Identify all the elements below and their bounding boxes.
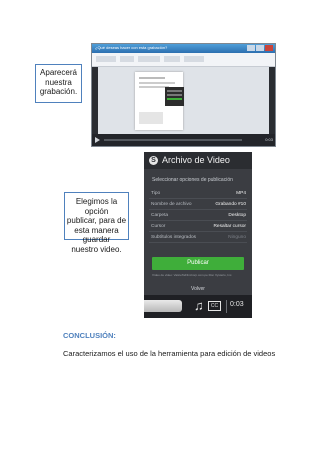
minimize-icon[interactable]: [247, 45, 255, 51]
callout-recording-line-1: Aparecerá: [40, 68, 77, 77]
callout-publish-line-4: nuestro video.: [71, 244, 122, 254]
option-value: Grabando #10: [215, 202, 246, 207]
callout-recording-line-2: nuestra: [45, 77, 72, 87]
option-row-subtitles[interactable]: Subtítulos integrados Ninguno: [149, 233, 247, 243]
option-row-cursor[interactable]: Cursor Resaltar cursor: [149, 222, 247, 232]
player-controls: ♫ CC 0:03: [144, 295, 252, 318]
option-row-filename[interactable]: Nombre de archivo Grabando #10: [149, 200, 247, 210]
divider: [226, 300, 227, 313]
progress-track[interactable]: [144, 300, 182, 312]
panel-header: S Archivo de Video: [144, 152, 252, 169]
callout-publish: Elegimos la opción publicar, para de est…: [64, 192, 129, 254]
publish-button[interactable]: Publicar: [152, 257, 244, 270]
panel-subtitle: Seleccionar opciones de publicación: [152, 177, 233, 183]
option-value: Ninguno: [228, 235, 246, 240]
maximize-icon[interactable]: [256, 45, 264, 51]
timeline-track[interactable]: [104, 139, 242, 141]
close-icon[interactable]: [265, 45, 273, 51]
back-link[interactable]: Volver: [144, 286, 252, 292]
option-label: Nombre de archivo: [151, 202, 192, 207]
editor-time: 0:03: [265, 137, 273, 142]
editor-playbar: 0:03: [92, 134, 275, 146]
editor-ribbon: [92, 53, 275, 67]
editor-titlebar: ¿Qué deseas hacer con esta grabación?: [92, 44, 275, 53]
music-note-icon[interactable]: ♫: [194, 298, 204, 313]
play-icon[interactable]: [95, 137, 100, 143]
callout-publish-line-3: esta manera guardar: [74, 225, 119, 245]
editor-title: ¿Qué deseas hacer con esta grabación?: [95, 45, 168, 50]
option-value: Desktop: [228, 213, 246, 218]
callout-recording: Aparecerá nuestra grabación.: [35, 64, 82, 103]
callout-recording-line-3: grabación.: [39, 87, 78, 96]
panel-footnote: Vídeo de video: VaticeTaFilmCorp.com.pe …: [152, 273, 233, 277]
option-value: MP4: [236, 191, 246, 196]
recording-editor-screenshot: ¿Qué deseas hacer con esta grabación? 0:…: [91, 43, 276, 147]
option-label: Carpeta: [151, 213, 169, 218]
option-row-type[interactable]: Tipo MP4: [149, 189, 247, 199]
cc-button[interactable]: CC: [208, 301, 221, 311]
callout-publish-line-2: publicar, para de: [66, 216, 127, 225]
conclusion-heading: CONCLUSIÓN:: [63, 331, 116, 340]
window-controls: [247, 45, 273, 51]
callout-publish-line-1: Elegimos la opción: [75, 197, 118, 216]
player-time: 0:03: [230, 301, 244, 308]
publish-panel-thumbnail: [165, 87, 184, 106]
app-logo-icon: S: [149, 156, 158, 165]
option-label: Tipo: [151, 191, 161, 196]
panel-title: Archivo de Video: [162, 155, 230, 165]
option-row-folder[interactable]: Carpeta Desktop: [149, 211, 247, 221]
option-label: Subtítulos integrados: [151, 235, 197, 240]
conclusion-text: Caracterizamos el uso de la herramienta …: [63, 349, 276, 358]
editor-canvas: [98, 67, 269, 134]
option-value: Resaltar cursor: [213, 224, 246, 229]
video-file-panel: S Archivo de Video Seleccionar opciones …: [144, 152, 252, 318]
option-label: Cursor: [151, 224, 166, 229]
